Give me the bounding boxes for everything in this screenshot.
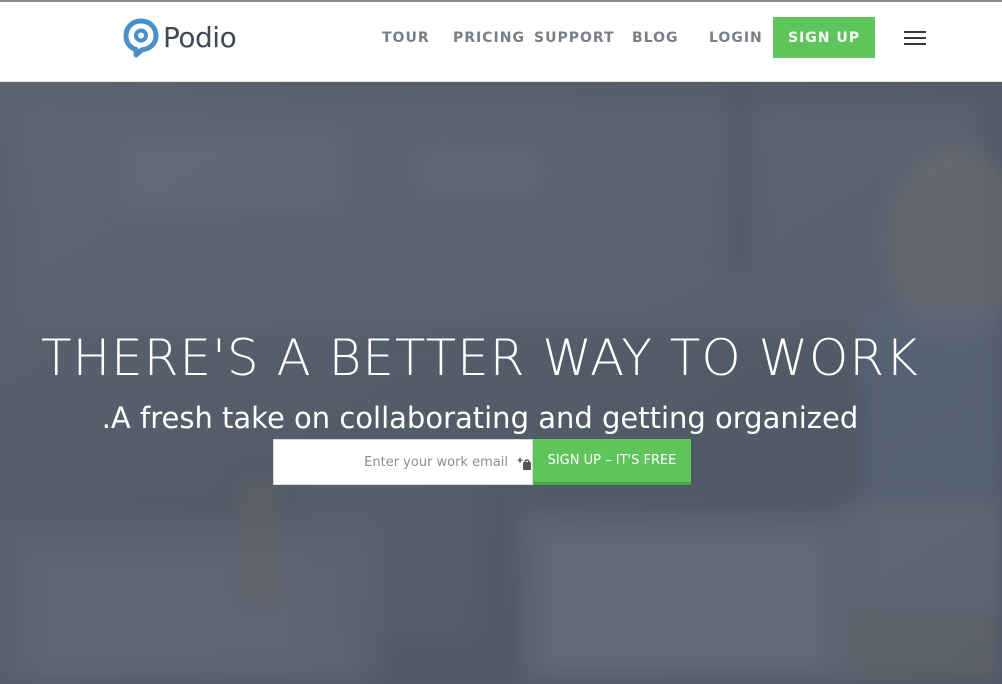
nav-pricing[interactable]: PRICING — [453, 24, 525, 52]
brand-name: Podio — [163, 21, 237, 54]
hero-section: THERE'S A BETTER WAY TO WORK .A fresh ta… — [0, 82, 1002, 684]
menu-bar — [904, 43, 926, 45]
email-field-wrapper — [273, 439, 533, 485]
hero-headline: THERE'S A BETTER WAY TO WORK — [41, 328, 919, 387]
site-header: Podio TOUR PRICING SUPPORT BLOG LOGIN SI… — [0, 2, 1002, 82]
nav-login[interactable]: LOGIN — [709, 24, 763, 52]
password-key-icon[interactable] — [515, 455, 533, 471]
menu-bar — [904, 37, 926, 39]
signup-free-button[interactable]: SIGN UP – IT'S FREE — [533, 439, 691, 485]
email-signup-form: SIGN UP – IT'S FREE — [273, 439, 691, 485]
work-email-input[interactable] — [274, 440, 532, 484]
menu-bar — [904, 31, 926, 33]
header-signup-button[interactable]: SIGN UP — [773, 17, 875, 58]
hero-subheadline: .A fresh take on collaborating and getti… — [101, 401, 859, 435]
hamburger-menu-icon[interactable] — [900, 26, 930, 50]
podio-logo-icon — [123, 18, 159, 58]
podio-logo-link[interactable]: Podio — [123, 18, 237, 58]
nav-tour[interactable]: TOUR — [382, 24, 430, 52]
nav-support[interactable]: SUPPORT — [534, 24, 615, 52]
nav-blog[interactable]: BLOG — [632, 24, 679, 52]
